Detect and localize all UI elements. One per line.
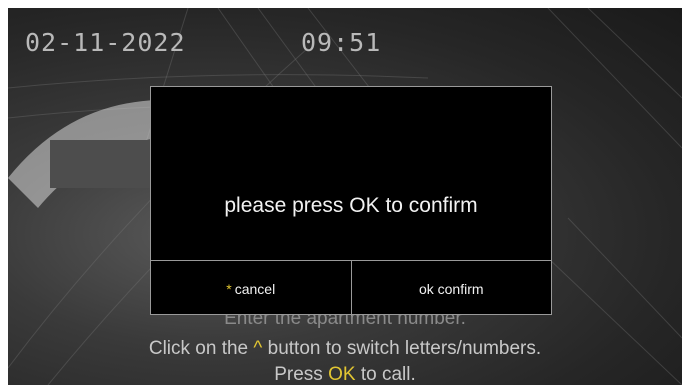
ok-key-hint: OK [328, 364, 356, 385]
star-key-icon: * [226, 280, 232, 297]
dialog-button-bar: * cancel ok confirm [151, 260, 551, 316]
apartment-number-field [50, 140, 150, 188]
confirm-label: ok confirm [418, 280, 484, 297]
cancel-button[interactable]: * cancel [151, 261, 351, 316]
status-time: 09:51 [301, 28, 382, 57]
instruction-text: button to switch letters/numbers. [267, 338, 542, 359]
switch-key-hint: ^ [253, 338, 263, 359]
instruction-line-3: Press OK to call. [8, 364, 682, 385]
instruction-text: to call. [360, 364, 416, 385]
instruction-text: Click on the [148, 338, 249, 359]
intercom-screen: 02-11-2022 09:51 Enter the apartment num… [8, 8, 682, 385]
instruction-line-2: Click on the ^ button to switch letters/… [8, 338, 682, 360]
confirm-dialog: please press OK to confirm * cancel ok c… [150, 86, 552, 316]
instruction-text: Press [274, 364, 323, 385]
status-date: 02-11-2022 [25, 28, 186, 57]
dialog-message: please press OK to confirm [224, 194, 478, 217]
cancel-label: cancel [234, 280, 276, 297]
confirm-button[interactable]: ok confirm [350, 261, 552, 316]
